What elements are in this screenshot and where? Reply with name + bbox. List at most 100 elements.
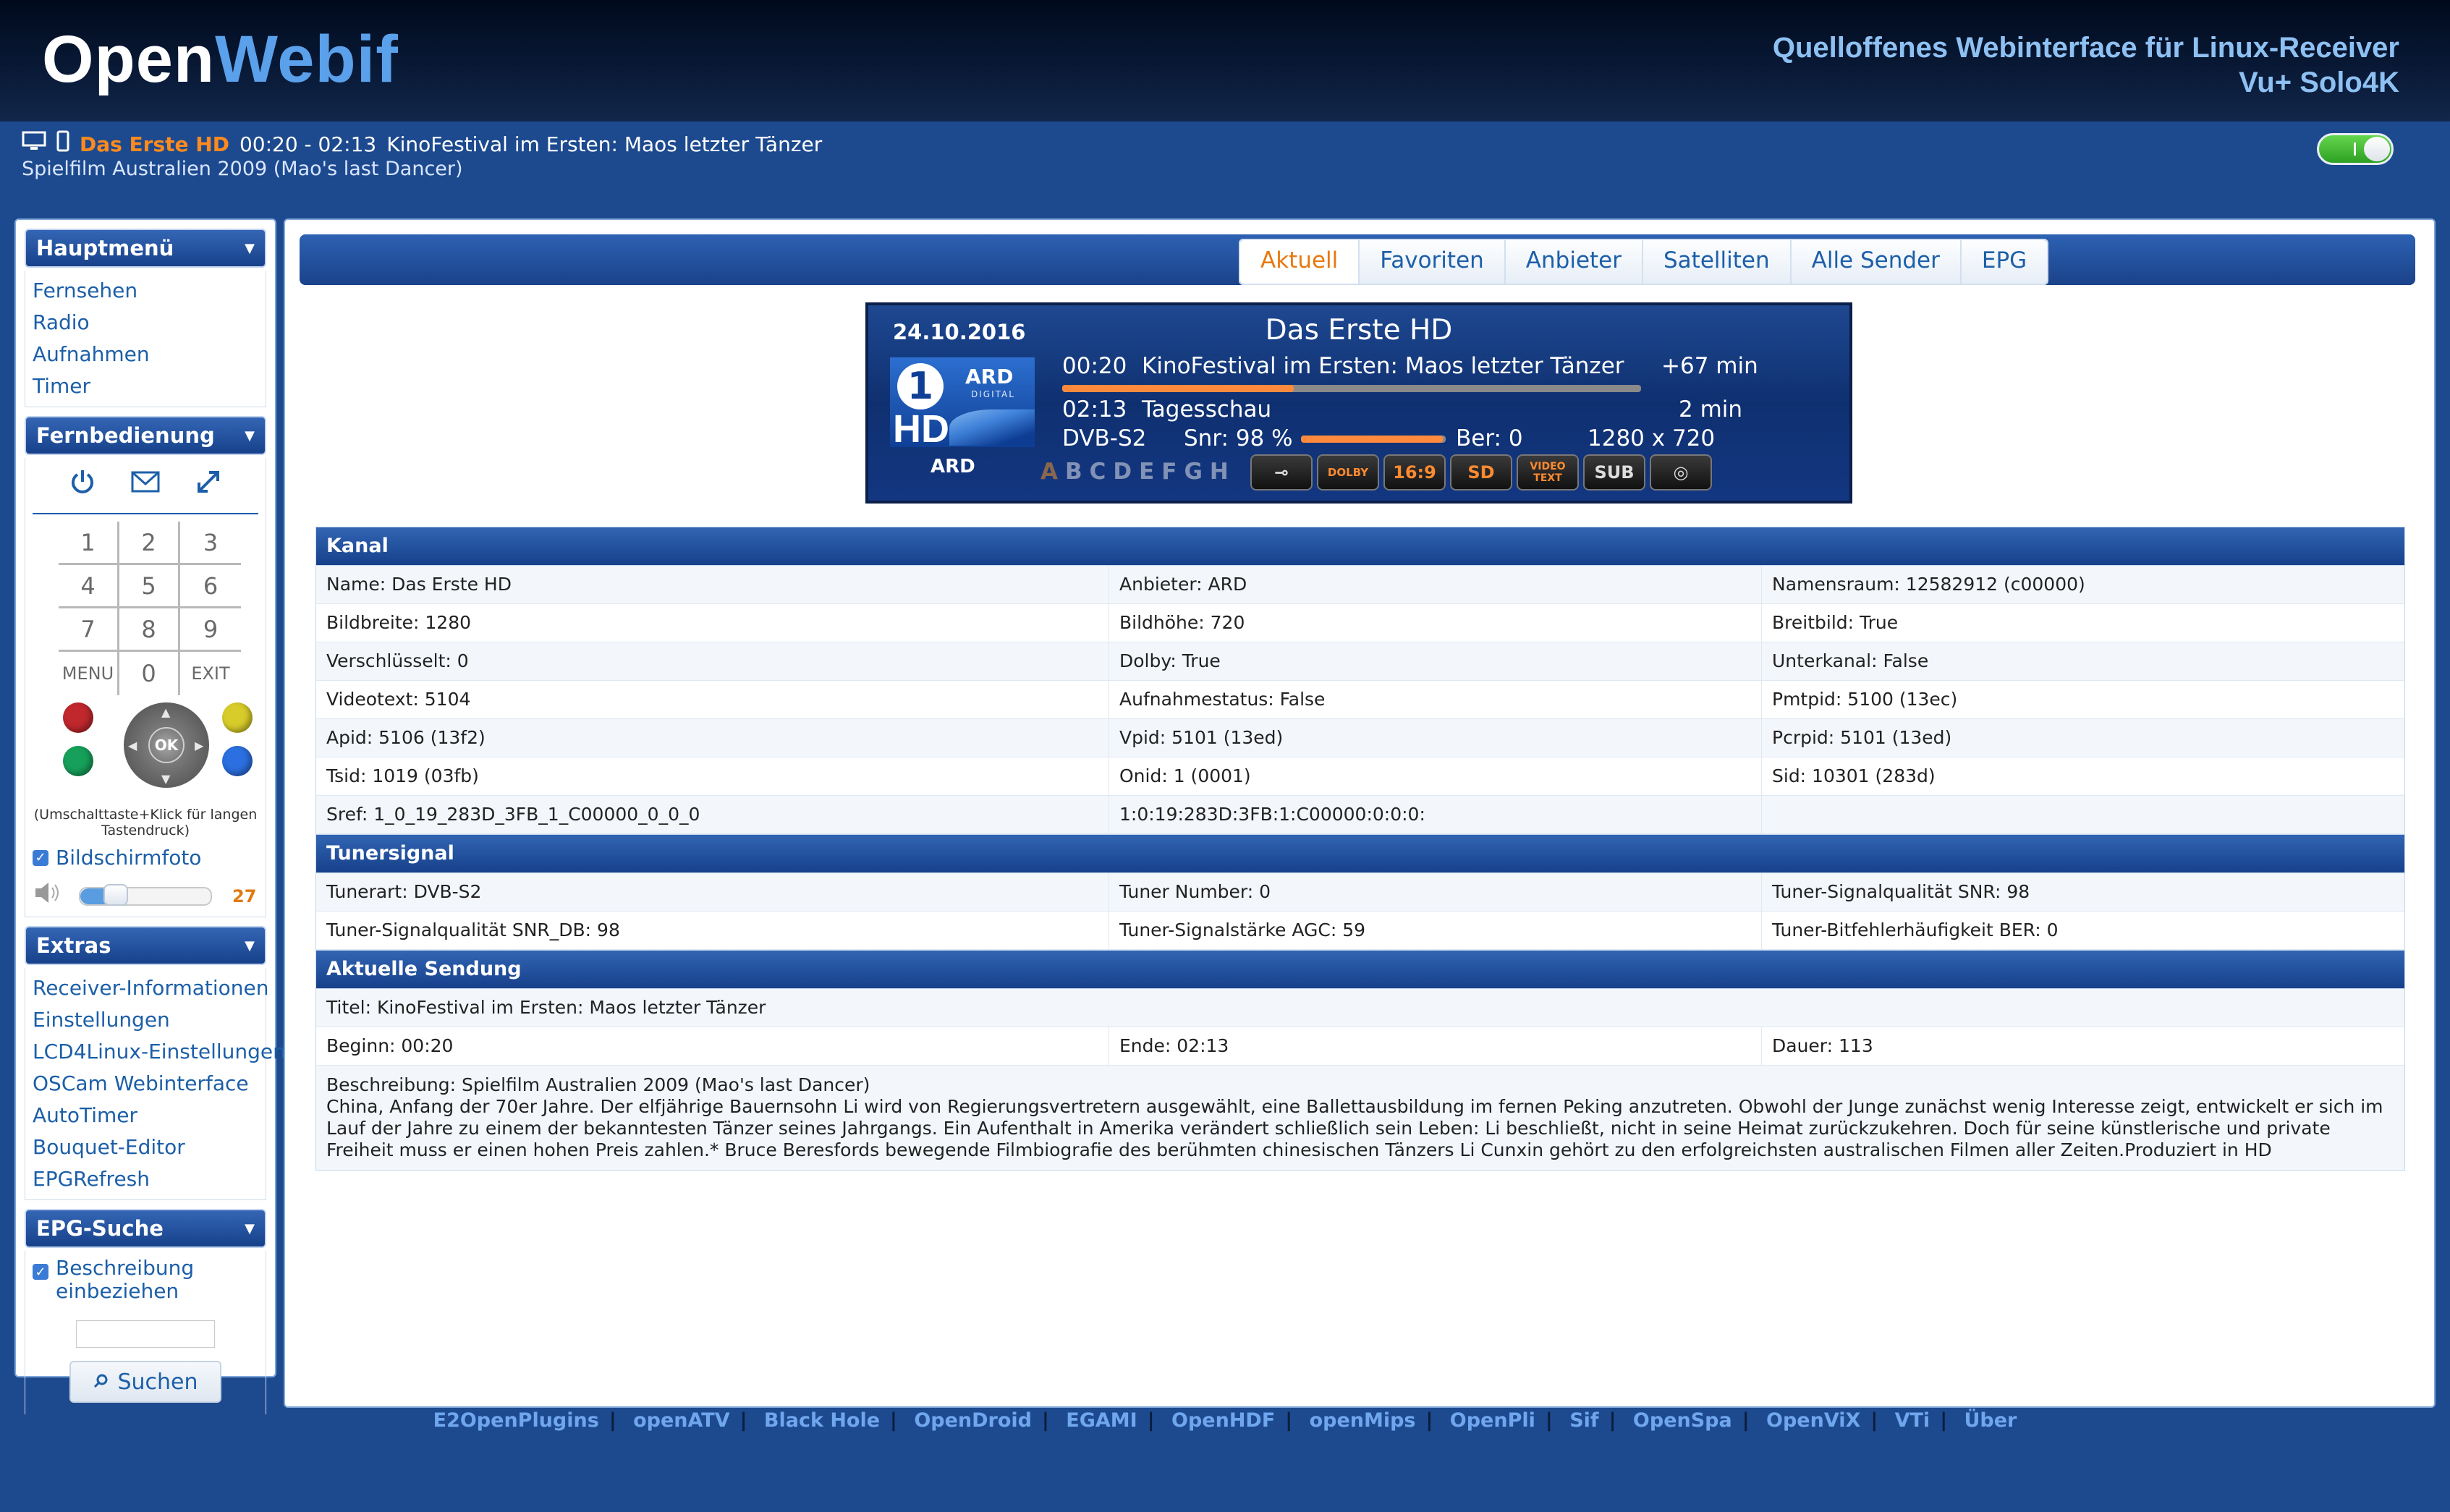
remote-keypad: 1 2 3 4 5 6 7 8 9 MENU 0 EXIT	[59, 522, 241, 695]
aspect-16-9-badge: 16:9	[1383, 454, 1446, 490]
key-7[interactable]: 7	[59, 608, 119, 652]
tagline-text: Quelloffenes Webinterface für Linux-Rece…	[1772, 32, 2399, 64]
footer-links: E2OpenPlugins | openATV | Black Hole | Open…	[0, 1409, 2450, 1432]
menu-item-fernsehen[interactable]: Fernsehen	[33, 275, 258, 307]
footer-link[interactable]: Über	[1964, 1409, 2017, 1432]
menu-item-aufnahmen[interactable]: Aufnahmen	[33, 339, 258, 370]
remote-header[interactable]: Fernbedienung ▼	[25, 416, 266, 455]
footer-link[interactable]: OpenHDF	[1171, 1409, 1275, 1432]
key-menu[interactable]: MENU	[59, 652, 119, 695]
footer-link[interactable]: E2OpenPlugins	[433, 1409, 599, 1432]
extras-header[interactable]: Extras ▼	[25, 926, 266, 965]
green-button[interactable]	[63, 746, 93, 776]
arrow-right-icon[interactable]: ▶	[195, 739, 203, 752]
tab-alle-sender[interactable]: Alle Sender	[1791, 240, 1962, 284]
key-2[interactable]: 2	[119, 522, 180, 565]
tab-favoriten[interactable]: Favoriten	[1360, 240, 1506, 284]
power-icon[interactable]	[69, 468, 96, 503]
menu-item-timer[interactable]: Timer	[33, 370, 258, 402]
now-channel-link[interactable]: Das Erste HD	[80, 132, 229, 156]
footer-separator: |	[1940, 1409, 1948, 1432]
footer-separator: |	[1742, 1409, 1750, 1432]
speaker-icon[interactable]	[33, 880, 62, 912]
table-cell	[1762, 796, 2404, 833]
event-duration: Dauer: 113	[1772, 1035, 1873, 1056]
footer-link[interactable]: openMips	[1310, 1409, 1416, 1432]
arrow-left-icon[interactable]: ◀	[128, 739, 137, 752]
mobile-icon[interactable]	[56, 130, 69, 158]
footer-link[interactable]: Black Hole	[764, 1409, 880, 1432]
key-8[interactable]: 8	[119, 608, 180, 652]
infobar-next-title: Tagesschau	[1142, 396, 1272, 422]
key-exit[interactable]: EXIT	[180, 652, 241, 695]
footer-separator: |	[1147, 1409, 1155, 1432]
menu-item-receiver-info[interactable]: Receiver-Informationen	[33, 972, 269, 1004]
menu-item-bouquet-editor[interactable]: Bouquet-Editor	[33, 1131, 258, 1163]
ok-button[interactable]: OK	[148, 727, 185, 763]
table-cell: Tuner-Bitfehlerhäufigkeit BER: 0	[1772, 919, 2059, 940]
navigation-pad[interactable]: ▲ ▼ ◀ ▶ OK	[124, 702, 209, 788]
footer-link[interactable]: OpenViX	[1766, 1409, 1860, 1432]
footer-link[interactable]: VTi	[1895, 1409, 1930, 1432]
sd-badge: SD	[1450, 454, 1512, 490]
main-content: Aktuell Favoriten Anbieter Satelliten Al…	[284, 218, 2436, 1408]
volume-slider[interactable]	[79, 883, 212, 906]
key-1[interactable]: 1	[59, 522, 119, 565]
blue-button[interactable]	[222, 746, 253, 776]
key-6[interactable]: 6	[180, 565, 241, 608]
include-description-checkbox[interactable]: ✓	[33, 1264, 48, 1280]
menu-item-epgrefresh[interactable]: EPGRefresh	[33, 1163, 258, 1195]
tab-satelliten[interactable]: Satelliten	[1643, 240, 1792, 284]
infobar-now-time: 00:20	[1062, 353, 1127, 379]
envelope-icon[interactable]	[131, 468, 160, 503]
footer-link[interactable]: OpenPli	[1450, 1409, 1535, 1432]
search-button-label: Suchen	[117, 1369, 198, 1395]
menu-item-lcd4linux[interactable]: LCD4Linux-Einstellungen	[33, 1036, 286, 1068]
menu-item-settings[interactable]: Einstellungen	[33, 1004, 258, 1036]
key-3[interactable]: 3	[180, 522, 241, 565]
tab-anbieter[interactable]: Anbieter	[1505, 240, 1643, 284]
screenshot-label[interactable]: Bildschirmfoto	[56, 846, 201, 870]
main-menu-header[interactable]: Hauptmenü ▼	[25, 229, 266, 268]
footer-link[interactable]: EGAMI	[1066, 1409, 1137, 1432]
search-button[interactable]: Suchen	[69, 1361, 221, 1403]
footer-link[interactable]: openATV	[633, 1409, 730, 1432]
footer-link[interactable]: OpenDroid	[914, 1409, 1032, 1432]
table-row: Videotext: 5104 Aufnahmestatus: False Pm…	[315, 681, 2405, 719]
infobar-date: 24.10.2016	[893, 320, 1026, 344]
key-4[interactable]: 4	[59, 565, 119, 608]
epg-search-header[interactable]: EPG-Suche ▼	[25, 1209, 266, 1248]
menu-item-oscam[interactable]: OSCam Webinterface	[33, 1068, 258, 1100]
key-5[interactable]: 5	[119, 565, 180, 608]
table-cell: Onid: 1 (0001)	[1109, 757, 1762, 795]
openwebif-logo[interactable]: OpenWebif	[42, 22, 399, 98]
footer-separator: |	[1042, 1409, 1049, 1432]
power-toggle[interactable]	[2317, 133, 2394, 165]
include-description-label[interactable]: Beschreibung einbeziehen	[56, 1257, 215, 1303]
menu-item-radio[interactable]: Radio	[33, 307, 258, 339]
red-button[interactable]	[63, 702, 93, 733]
yellow-button[interactable]	[222, 702, 253, 733]
footer-link[interactable]: Sif	[1569, 1409, 1598, 1432]
key-9[interactable]: 9	[180, 608, 241, 652]
menu-item-autotimer[interactable]: AutoTimer	[33, 1100, 258, 1131]
tab-aktuell[interactable]: Aktuell	[1240, 240, 1360, 284]
footer-link[interactable]: OpenSpa	[1633, 1409, 1732, 1432]
table-row: Name: Das Erste HD Anbieter: ARD Namensr…	[315, 566, 2405, 604]
arrow-down-icon[interactable]: ▼	[161, 772, 170, 786]
chevron-down-icon: ▼	[245, 938, 255, 954]
table-row: Beginn: 00:20 Ende: 02:13 Dauer: 113	[315, 1027, 2405, 1066]
key-0[interactable]: 0	[119, 652, 180, 695]
arrow-up-icon[interactable]: ▲	[161, 705, 170, 719]
tab-epg[interactable]: EPG	[1961, 240, 2048, 284]
footer-separator: |	[1870, 1409, 1878, 1432]
teletext-letters: ABCDEFGH	[1040, 459, 1236, 485]
table-cell: Pcrpid: 5101 (13ed)	[1772, 727, 1952, 748]
tv-icon[interactable]	[22, 131, 46, 157]
volume-handle[interactable]	[103, 883, 128, 906]
fullscreen-icon[interactable]	[195, 468, 222, 503]
epg-search-input[interactable]	[76, 1320, 215, 1348]
screenshot-checkbox[interactable]: ✓	[33, 849, 48, 866]
infobar-next-time: 02:13	[1062, 396, 1127, 422]
infobar-next-duration: 2 min	[1679, 396, 1743, 422]
